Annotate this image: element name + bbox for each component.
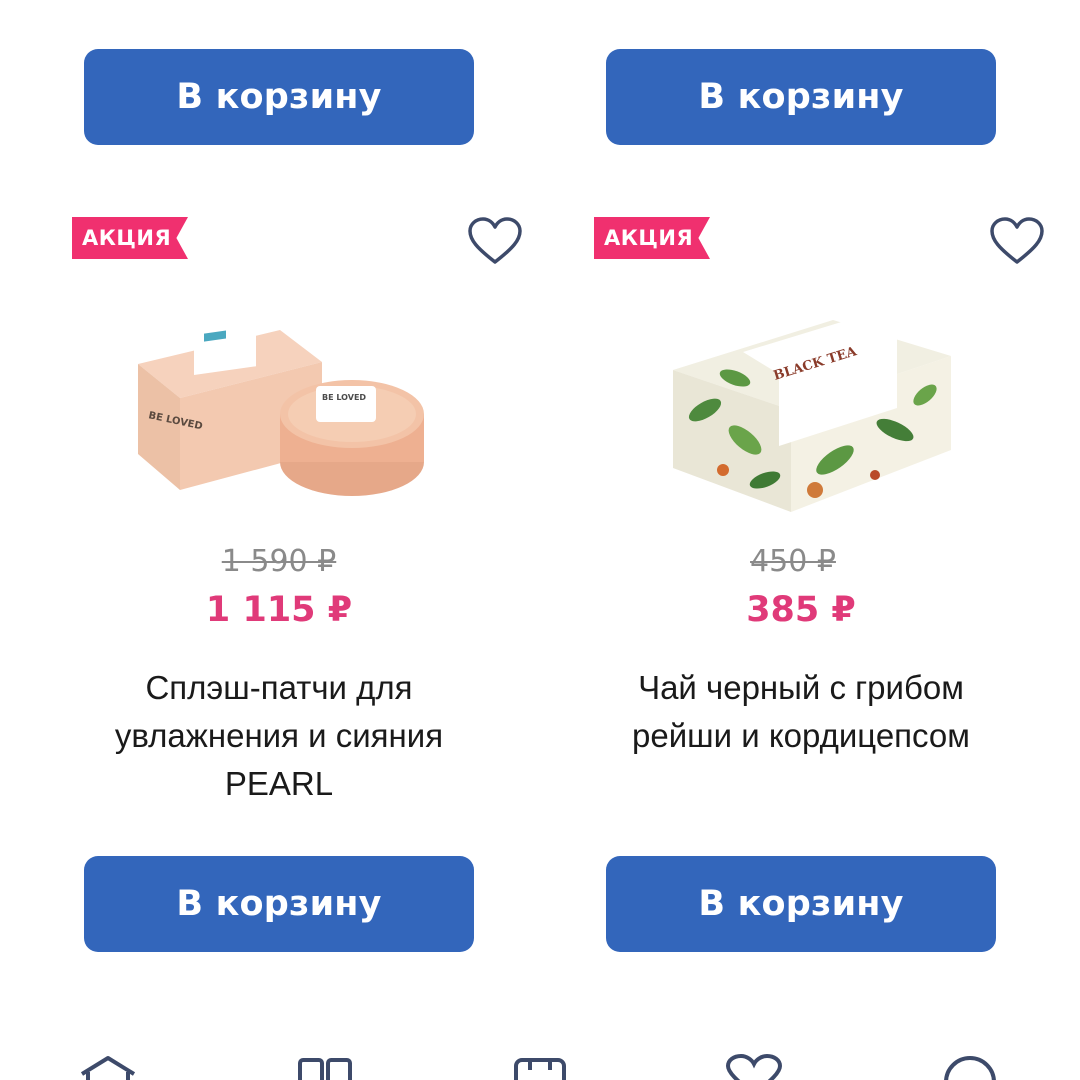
sale-badge: АКЦИЯ xyxy=(72,217,188,259)
add-to-cart-button[interactable]: В корзину xyxy=(84,49,474,145)
heart-outline-icon[interactable] xyxy=(989,216,1045,266)
heart-outline-icon[interactable] xyxy=(467,216,523,266)
sale-badge: АКЦИЯ xyxy=(594,217,710,259)
old-price: 450 ₽ xyxy=(750,544,836,579)
jar-brand-text: BE LOVED xyxy=(322,393,366,402)
cart-icon[interactable] xyxy=(510,1054,570,1080)
product-title[interactable]: Чай черный с грибом рейши и кордицепсом xyxy=(591,664,1011,760)
sale-price: 385 ₽ xyxy=(746,590,856,630)
product-title[interactable]: Сплэш-патчи для увлажнения и сияния PEAR… xyxy=(69,664,489,808)
home-icon[interactable] xyxy=(78,1054,138,1080)
sale-price: 1 115 ₽ xyxy=(205,590,353,630)
bottom-tab-bar xyxy=(0,1040,1080,1080)
old-price: 1 590 ₽ xyxy=(221,544,337,579)
product-image[interactable]: BE LOVED BE LOVED xyxy=(130,322,450,502)
add-to-cart-button[interactable]: В корзину xyxy=(606,49,996,145)
catalog-icon[interactable] xyxy=(296,1054,356,1080)
favorites-icon[interactable] xyxy=(724,1054,784,1080)
add-to-cart-button[interactable]: В корзину xyxy=(84,856,474,952)
add-to-cart-button[interactable]: В корзину xyxy=(606,856,996,952)
product-image[interactable]: BLACK TEA xyxy=(650,300,970,520)
profile-icon[interactable] xyxy=(940,1054,1000,1080)
